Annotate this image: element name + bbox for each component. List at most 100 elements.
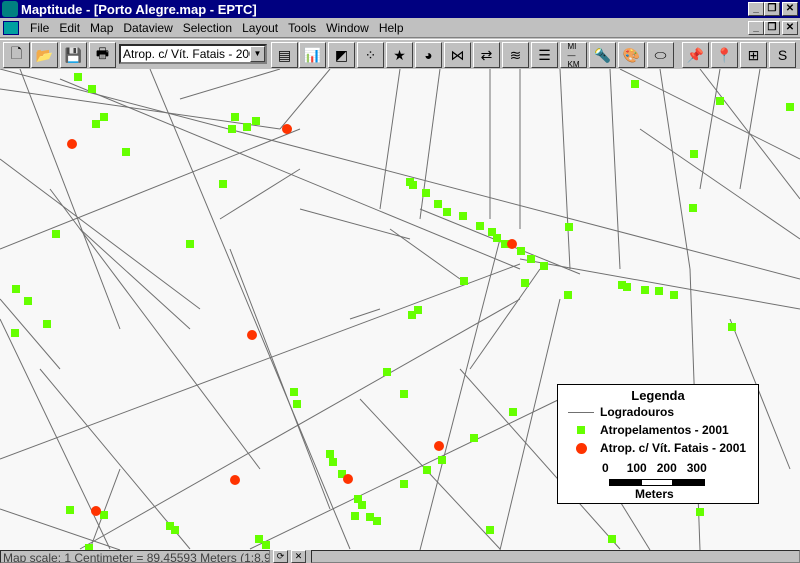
accident-marker[interactable] <box>255 535 263 543</box>
accident-marker[interactable] <box>409 181 417 189</box>
accident-marker[interactable] <box>438 456 446 464</box>
menu-edit[interactable]: Edit <box>54 21 85 35</box>
menu-layout[interactable]: Layout <box>237 21 283 35</box>
close-button[interactable]: ✕ <box>782 2 798 16</box>
accident-marker[interactable] <box>92 120 100 128</box>
menu-dataview[interactable]: Dataview <box>118 21 177 35</box>
accident-marker[interactable] <box>443 208 451 216</box>
accident-marker[interactable] <box>434 200 442 208</box>
fatal-accident-marker[interactable] <box>67 139 77 149</box>
dot-density-button[interactable]: ⁘ <box>357 42 384 68</box>
minimize-button[interactable]: _ <box>748 2 764 16</box>
accident-marker[interactable] <box>231 113 239 121</box>
restore-button[interactable]: ❐ <box>764 2 780 16</box>
accident-marker[interactable] <box>171 526 179 534</box>
accident-marker[interactable] <box>219 180 227 188</box>
accident-marker[interactable] <box>716 97 724 105</box>
theme-button[interactable]: ◩ <box>328 42 355 68</box>
accident-marker[interactable] <box>408 311 416 319</box>
label-button[interactable]: ⬭ <box>647 42 674 68</box>
map-canvas[interactable]: Legenda Logradouros Atropelamentos - 200… <box>0 69 800 550</box>
accident-marker[interactable] <box>122 148 130 156</box>
legend[interactable]: Legenda Logradouros Atropelamentos - 200… <box>557 384 759 504</box>
accident-marker[interactable] <box>243 123 251 131</box>
accident-marker[interactable] <box>517 247 525 255</box>
menu-map[interactable]: Map <box>85 21 118 35</box>
fatal-accident-marker[interactable] <box>507 239 517 249</box>
units-button[interactable]: MI — KM <box>560 42 587 69</box>
accident-marker[interactable] <box>290 388 298 396</box>
menu-file[interactable]: File <box>25 21 54 35</box>
accident-marker[interactable] <box>400 390 408 398</box>
accident-marker[interactable] <box>74 73 82 81</box>
route-button[interactable]: S <box>769 42 796 68</box>
accident-marker[interactable] <box>252 117 260 125</box>
transfer-button[interactable]: ⇄ <box>473 42 500 68</box>
accident-marker[interactable] <box>459 212 467 220</box>
accident-marker[interactable] <box>100 113 108 121</box>
cancel-button[interactable]: ✕ <box>291 550 306 563</box>
accident-marker[interactable] <box>493 234 501 242</box>
accident-marker[interactable] <box>460 277 468 285</box>
chart-button[interactable]: 📊 <box>299 42 326 68</box>
accident-marker[interactable] <box>228 125 236 133</box>
accident-marker[interactable] <box>689 204 697 212</box>
menu-help[interactable]: Help <box>374 21 409 35</box>
open-folder-button[interactable]: 📂 <box>31 42 58 68</box>
accident-marker[interactable] <box>565 223 573 231</box>
accident-marker[interactable] <box>43 320 51 328</box>
accident-marker[interactable] <box>423 466 431 474</box>
accident-marker[interactable] <box>358 501 366 509</box>
accident-marker[interactable] <box>631 80 639 88</box>
menu-selection[interactable]: Selection <box>178 21 237 35</box>
accident-marker[interactable] <box>52 230 60 238</box>
accident-marker[interactable] <box>540 262 548 270</box>
doc-close-button[interactable]: ✕ <box>782 21 798 35</box>
accident-marker[interactable] <box>11 329 19 337</box>
accident-marker[interactable] <box>521 279 529 287</box>
app-icon[interactable] <box>2 1 18 17</box>
pushpin-button[interactable]: 📍 <box>711 42 738 68</box>
accident-marker[interactable] <box>422 189 430 197</box>
accident-marker[interactable] <box>623 283 631 291</box>
accident-marker[interactable] <box>373 517 381 525</box>
accident-marker[interactable] <box>326 450 334 458</box>
fatal-accident-marker[interactable] <box>91 506 101 516</box>
accident-marker[interactable] <box>351 512 359 520</box>
print-button[interactable]: 🖶 <box>89 42 116 68</box>
join-button[interactable]: ⋈ <box>444 42 471 68</box>
accident-marker[interactable] <box>400 480 408 488</box>
dataview-button[interactable]: ▤ <box>271 42 298 68</box>
legend-button[interactable]: ☰ <box>531 42 558 68</box>
new-button[interactable]: 🗋 <box>3 42 30 68</box>
layout-button[interactable]: ⊞ <box>740 42 767 68</box>
accident-marker[interactable] <box>728 323 736 331</box>
menu-window[interactable]: Window <box>321 21 374 35</box>
accident-marker[interactable] <box>608 535 616 543</box>
accident-marker[interactable] <box>696 508 704 516</box>
accident-marker[interactable] <box>486 526 494 534</box>
accident-marker[interactable] <box>329 458 337 466</box>
refresh-button[interactable]: ⟳ <box>273 550 288 563</box>
palette-button[interactable]: 🎨 <box>618 42 645 68</box>
accident-marker[interactable] <box>366 513 374 521</box>
fatal-accident-marker[interactable] <box>343 474 353 484</box>
layers-button[interactable]: ≋ <box>502 42 529 68</box>
pie-chart-button[interactable]: ◕ <box>415 42 442 68</box>
accident-marker[interactable] <box>690 150 698 158</box>
layer-dropdown[interactable]: Atrop. c/ Vít. Fatais - 2001 ▼ <box>119 44 267 64</box>
accident-marker[interactable] <box>509 408 517 416</box>
fatal-accident-marker[interactable] <box>247 330 257 340</box>
accident-marker[interactable] <box>383 368 391 376</box>
accident-marker[interactable] <box>470 434 478 442</box>
accident-marker[interactable] <box>655 287 663 295</box>
fatal-accident-marker[interactable] <box>282 124 292 134</box>
doc-minimize-button[interactable]: _ <box>748 21 764 35</box>
fatal-accident-marker[interactable] <box>230 475 240 485</box>
flashlight-button[interactable]: 🔦 <box>589 42 616 68</box>
accident-marker[interactable] <box>476 222 484 230</box>
accident-marker[interactable] <box>262 541 270 549</box>
select-points-button[interactable]: ★ <box>386 42 413 68</box>
accident-marker[interactable] <box>12 285 20 293</box>
accident-marker[interactable] <box>670 291 678 299</box>
